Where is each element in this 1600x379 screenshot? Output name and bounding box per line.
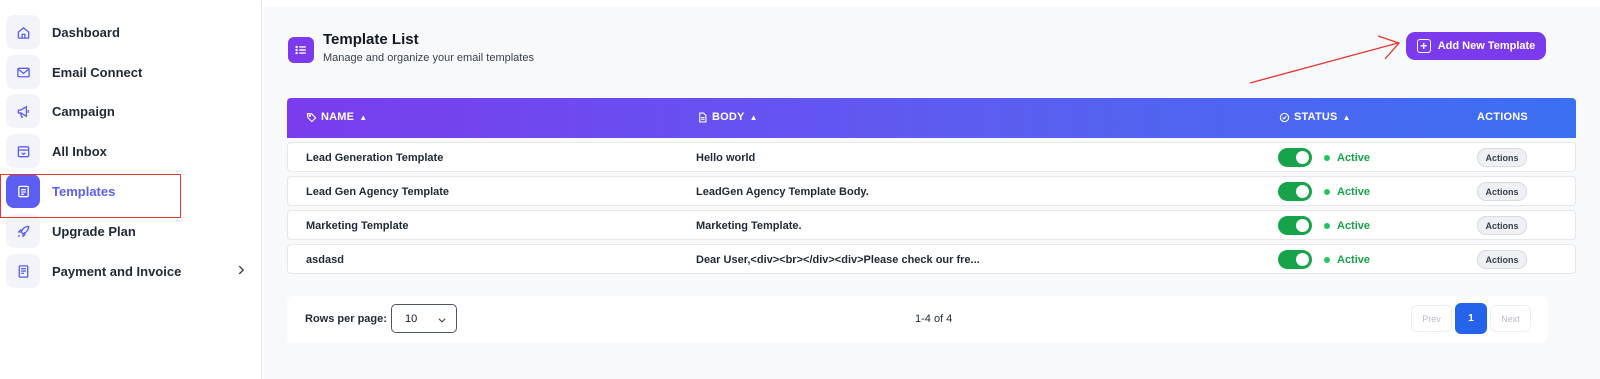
template-table: NAME ▲ BODY ▲ STATUS ▲ ACTIONS Lead Gene… xyxy=(287,98,1576,274)
sidebar-item-campaign[interactable]: Campaign xyxy=(6,93,256,129)
chevron-down-icon xyxy=(438,318,446,323)
sidebar-item-label: Payment and Invoice xyxy=(52,263,182,279)
mail-icon xyxy=(6,55,40,89)
template-body: Hello world xyxy=(696,152,756,164)
inbox-icon xyxy=(6,134,40,168)
toggle-knob xyxy=(1296,253,1309,266)
page-title: Template List xyxy=(323,31,419,48)
check-circle-icon xyxy=(1279,112,1290,122)
status-dot xyxy=(1324,223,1330,229)
sidebar-item-label: Templates xyxy=(52,183,116,199)
status-badge: Active xyxy=(1324,152,1370,164)
table-header: NAME ▲ BODY ▲ STATUS ▲ ACTIONS xyxy=(287,98,1576,138)
status-label: Active xyxy=(1337,220,1371,232)
sidebar-item-label: Email Connect xyxy=(52,64,143,80)
app-window: Dashboard Email Connect Campaign All Inb… xyxy=(0,0,1600,379)
column-label: NAME xyxy=(321,111,355,123)
sidebar: Dashboard Email Connect Campaign All Inb… xyxy=(0,0,262,379)
template-body: Marketing Template. xyxy=(696,220,802,232)
template-body: LeadGen Agency Template Body. xyxy=(696,186,869,198)
sidebar-item-label: Upgrade Plan xyxy=(52,223,136,239)
prev-page-button[interactable]: Prev xyxy=(1411,305,1452,332)
sidebar-item-label: All Inbox xyxy=(52,143,107,159)
tag-icon xyxy=(306,112,317,122)
sidebar-item-all-inbox[interactable]: All Inbox xyxy=(6,133,256,169)
plus-icon: + xyxy=(1416,39,1431,53)
megaphone-icon xyxy=(6,94,40,128)
sidebar-item-email-connect[interactable]: Email Connect xyxy=(6,54,256,90)
toggle-knob xyxy=(1296,151,1309,164)
template-name: Marketing Template xyxy=(306,220,409,232)
toggle-knob xyxy=(1296,185,1309,198)
column-label: BODY xyxy=(712,111,745,123)
table-row: asdasd Dear User,<div><br></div><div>Ple… xyxy=(287,244,1576,274)
add-new-template-button[interactable]: + Add New Template xyxy=(1406,32,1546,60)
sort-caret-icon: ▲ xyxy=(1342,112,1351,122)
sidebar-item-label: Dashboard xyxy=(52,24,120,40)
status-toggle[interactable] xyxy=(1278,250,1312,269)
column-header-name[interactable]: NAME ▲ xyxy=(306,111,367,123)
sort-caret-icon: ▲ xyxy=(359,112,368,122)
home-icon xyxy=(6,15,40,49)
sidebar-item-label: Campaign xyxy=(52,103,115,119)
invoice-icon xyxy=(6,254,40,288)
add-new-template-label: Add New Template xyxy=(1437,40,1536,52)
table-row: Lead Gen Agency Template LeadGen Agency … xyxy=(287,176,1576,206)
status-label: Active xyxy=(1337,254,1371,266)
sidebar-item-payment-and-invoice[interactable]: Payment and Invoice xyxy=(6,253,256,289)
main-content: Template List Manage and organize your e… xyxy=(263,7,1600,379)
template-name: asdasd xyxy=(306,254,344,266)
status-badge: Active xyxy=(1324,254,1370,266)
status-dot xyxy=(1324,257,1330,263)
sort-caret-icon: ▲ xyxy=(749,112,758,122)
status-badge: Active xyxy=(1324,220,1370,232)
status-toggle[interactable] xyxy=(1278,216,1312,235)
pagination-bar: Rows per page: 10 1-4 of 4 Prev 1 Next xyxy=(287,296,1548,343)
rows-per-page-value: 10 xyxy=(405,312,418,325)
actions-button[interactable]: Actions xyxy=(1477,250,1527,269)
template-name: Lead Gen Agency Template xyxy=(306,186,450,198)
status-label: Active xyxy=(1337,152,1371,164)
sidebar-item-upgrade-plan[interactable]: Upgrade Plan xyxy=(6,213,256,249)
next-page-button[interactable]: Next xyxy=(1490,305,1531,332)
rows-per-page-select[interactable]: 10 xyxy=(391,304,457,333)
table-row: Lead Generation Template Hello world Act… xyxy=(287,142,1576,172)
chevron-right-icon[interactable] xyxy=(234,263,248,277)
status-label: Active xyxy=(1337,186,1371,198)
actions-button[interactable]: Actions xyxy=(1477,216,1527,235)
sidebar-item-templates[interactable]: Templates xyxy=(6,173,256,209)
rows-per-page-label: Rows per page: xyxy=(305,313,387,325)
page-1-button[interactable]: 1 xyxy=(1455,303,1487,334)
sidebar-item-dashboard[interactable]: Dashboard xyxy=(6,14,256,50)
template-name: Lead Generation Template xyxy=(306,152,444,164)
column-label: STATUS xyxy=(1294,111,1338,123)
column-header-actions: ACTIONS xyxy=(1477,111,1528,123)
pagination-range: 1-4 of 4 xyxy=(915,313,953,325)
annotation-arrow xyxy=(1249,35,1401,84)
column-label: ACTIONS xyxy=(1477,111,1528,123)
column-header-body[interactable]: BODY ▲ xyxy=(697,111,758,123)
actions-button[interactable]: Actions xyxy=(1477,182,1527,201)
rocket-icon xyxy=(6,214,40,248)
template-body: Dear User,<div><br></div><div>Please che… xyxy=(696,254,980,266)
column-header-status[interactable]: STATUS ▲ xyxy=(1279,111,1351,123)
status-dot xyxy=(1324,189,1330,195)
table-row: Marketing Template Marketing Template. A… xyxy=(287,210,1576,240)
status-dot xyxy=(1324,155,1330,161)
toggle-knob xyxy=(1296,219,1309,232)
status-toggle[interactable] xyxy=(1278,182,1312,201)
document-icon xyxy=(699,111,707,123)
status-badge: Active xyxy=(1324,186,1370,198)
list-icon xyxy=(288,37,314,63)
status-toggle[interactable] xyxy=(1278,148,1312,167)
actions-button[interactable]: Actions xyxy=(1477,148,1527,167)
template-icon xyxy=(6,174,40,208)
page-subtitle: Manage and organize your email templates xyxy=(323,52,534,64)
